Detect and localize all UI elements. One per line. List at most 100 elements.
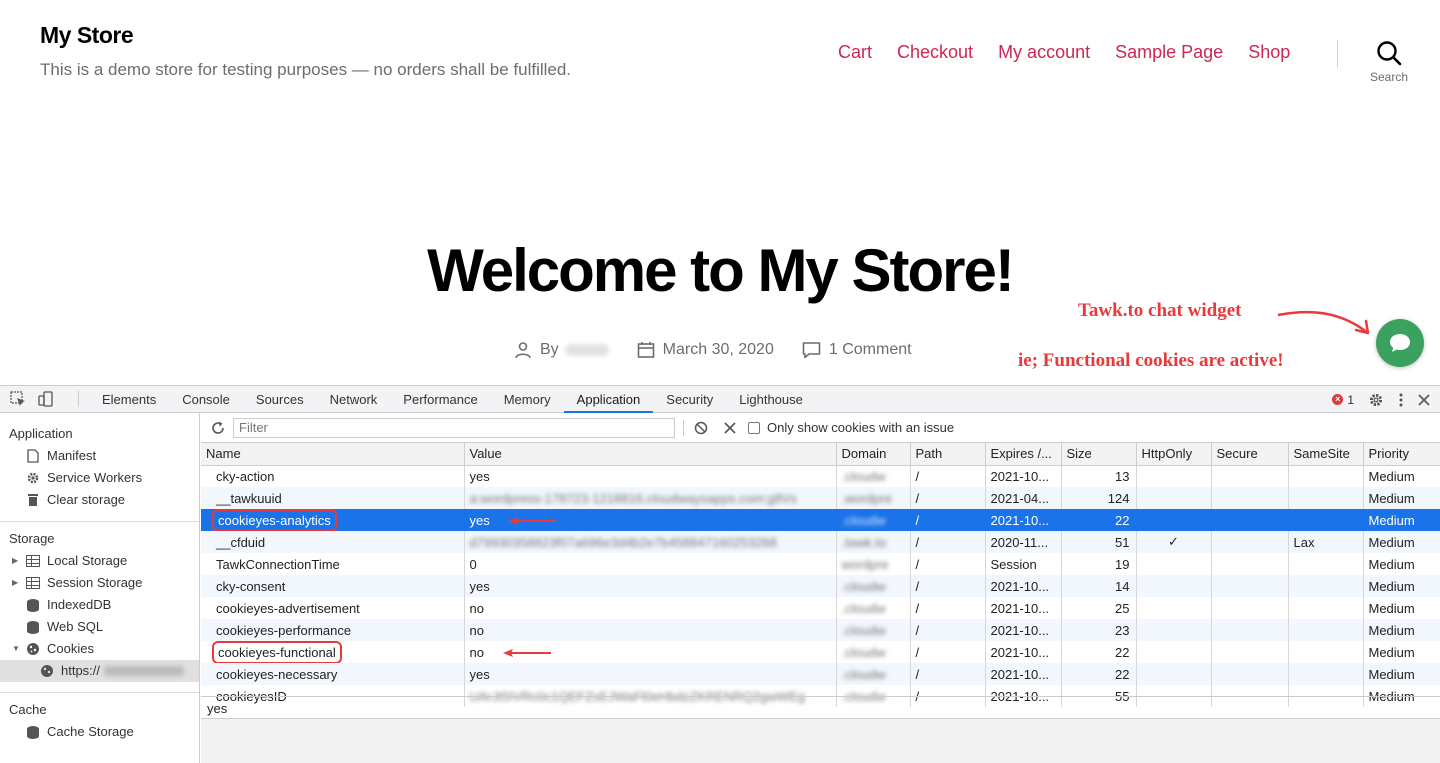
- table-row-selected[interactable]: cookieyes-analytics yes .cloudw / 2021-1…: [201, 509, 1440, 531]
- tab-security[interactable]: Security: [653, 386, 726, 413]
- post-comments-link[interactable]: 1 Comment: [829, 341, 912, 359]
- cookie-httponly: [1136, 641, 1212, 663]
- nav-my-account[interactable]: My account: [998, 42, 1090, 63]
- annotation-chat-widget: Tawk.to chat widget: [1078, 300, 1242, 321]
- devtools-panel: Elements Console Sources Network Perform…: [0, 385, 1440, 763]
- post-date-text[interactable]: March 30, 2020: [663, 341, 774, 359]
- cookie-priority: Medium: [1363, 487, 1440, 509]
- cookie-samesite: [1288, 641, 1364, 663]
- database-icon: [26, 598, 40, 612]
- column-header-value[interactable]: Value: [464, 443, 837, 466]
- column-header-secure[interactable]: Secure: [1211, 443, 1289, 466]
- column-header-size[interactable]: Size: [1061, 443, 1137, 466]
- error-counter[interactable]: × 1: [1332, 393, 1354, 407]
- column-header-expires[interactable]: Expires /...: [985, 443, 1062, 466]
- nav-sample-page[interactable]: Sample Page: [1115, 42, 1223, 63]
- expand-triangle-icon[interactable]: ▶: [12, 550, 22, 572]
- clear-all-icon[interactable]: [694, 421, 708, 435]
- table-row[interactable]: TawkConnectionTime 0 wordpre / Session 1…: [201, 553, 1440, 575]
- post-comments: 1 Comment: [802, 341, 912, 359]
- inspect-element-icon[interactable]: [10, 391, 26, 407]
- column-header-samesite[interactable]: SameSite: [1288, 443, 1364, 466]
- column-header-priority[interactable]: Priority: [1363, 443, 1440, 466]
- sidebar-item-local-storage[interactable]: ▶ Local Storage: [0, 550, 199, 572]
- delete-selected-icon[interactable]: [724, 421, 736, 434]
- tab-lighthouse[interactable]: Lighthouse: [726, 386, 816, 413]
- sidebar-item-clear-storage[interactable]: Clear storage: [0, 489, 199, 511]
- sidebar-item-web-sql[interactable]: Web SQL: [0, 616, 199, 638]
- collapse-triangle-icon[interactable]: ▼: [12, 638, 22, 660]
- cookie-size: 22: [1061, 509, 1137, 531]
- close-icon[interactable]: [1418, 393, 1430, 406]
- sidebar-item-label: Clear storage: [47, 492, 126, 507]
- nav-cart[interactable]: Cart: [838, 42, 872, 63]
- tab-network[interactable]: Network: [317, 386, 391, 413]
- sidebar-item-service-workers[interactable]: Service Workers: [0, 467, 199, 489]
- tab-performance[interactable]: Performance: [390, 386, 490, 413]
- tab-console[interactable]: Console: [169, 386, 243, 413]
- site-title[interactable]: My Store: [40, 22, 134, 49]
- sidebar-item-label: Session Storage: [47, 575, 143, 590]
- cookie-path: /: [910, 575, 986, 597]
- toolbar-divider: [78, 391, 79, 407]
- cookie-httponly: [1136, 487, 1212, 509]
- table-row[interactable]: __tawkuuid a:wordpress-178723-1218816.cl…: [201, 487, 1440, 509]
- column-header-path[interactable]: Path: [910, 443, 986, 466]
- tab-sources[interactable]: Sources: [243, 386, 317, 413]
- cookies-pane: Only show cookies with an issue Name Val…: [201, 413, 1440, 763]
- only-issues-checkbox[interactable]: [748, 421, 760, 434]
- nav-checkout[interactable]: Checkout: [897, 42, 973, 63]
- cookie-name: TawkConnectionTime: [201, 553, 465, 575]
- cookie-secure: [1211, 575, 1289, 597]
- column-header-domain[interactable]: Domain: [836, 443, 911, 466]
- cookie-expires: 2021-10...: [985, 465, 1062, 487]
- device-toolbar-icon[interactable]: [38, 391, 54, 407]
- cookie-priority: Medium: [1363, 531, 1440, 553]
- cookies-table: Name Value Domain Path Expires /... Size…: [201, 443, 1440, 707]
- column-header-name[interactable]: Name: [201, 443, 465, 466]
- sidebar-item-session-storage[interactable]: ▶ Session Storage: [0, 572, 199, 594]
- table-row[interactable]: cky-action yes .cloudw / 2021-10... 13 M…: [201, 465, 1440, 487]
- settings-gear-icon[interactable]: [1368, 392, 1384, 408]
- sidebar-item-cookies-origin[interactable]: https://: [0, 660, 199, 682]
- sidebar-item-cache-storage[interactable]: Cache Storage: [0, 721, 199, 743]
- post-author-name-redacted[interactable]: [564, 344, 609, 356]
- cookie-name: cookieyes-analytics: [212, 509, 337, 531]
- cookie-domain-redacted: .wordpre: [836, 487, 911, 509]
- refresh-icon[interactable]: [211, 421, 225, 435]
- table-row[interactable]: cookieyes-advertisement no .cloudw / 202…: [201, 597, 1440, 619]
- table-row[interactable]: cookieyes-necessary yes .cloudw / 2021-1…: [201, 663, 1440, 685]
- tawk-chat-widget-button[interactable]: [1376, 319, 1424, 367]
- cookie-filter-input[interactable]: [233, 417, 675, 438]
- sidebar-item-cookies[interactable]: ▼ Cookies: [0, 638, 199, 660]
- cookie-name-cell: cookieyes-analytics: [201, 509, 465, 531]
- tab-elements[interactable]: Elements: [89, 386, 169, 413]
- cookie-path: /: [910, 553, 986, 575]
- cookie-priority: Medium: [1363, 465, 1440, 487]
- tab-application[interactable]: Application: [563, 386, 654, 413]
- cookie-samesite: [1288, 465, 1364, 487]
- table-row[interactable]: cky-consent yes .cloudw / 2021-10... 14 …: [201, 575, 1440, 597]
- tab-memory[interactable]: Memory: [491, 386, 564, 413]
- sidebar-item-manifest[interactable]: Manifest: [0, 445, 199, 467]
- table-row[interactable]: cookieyes-functional no .cloudw / 2021-1…: [201, 641, 1440, 663]
- cookie-value-cell: no: [464, 641, 837, 663]
- cookie-samesite: [1288, 575, 1364, 597]
- post-meta: By March 30, 2020 1 Comment: [514, 341, 940, 359]
- cookie-value-preview[interactable]: yes: [201, 696, 1440, 719]
- error-count: 1: [1347, 392, 1354, 407]
- search-toggle-button[interactable]: Search: [1366, 40, 1412, 84]
- sidebar-item-indexeddb[interactable]: IndexedDB: [0, 594, 199, 616]
- annotation-arrow-icon: [1277, 310, 1370, 335]
- cookie-value: 0: [464, 553, 837, 575]
- nav-shop[interactable]: Shop: [1248, 42, 1290, 63]
- user-icon: [515, 342, 531, 359]
- cookie-samesite: [1288, 619, 1364, 641]
- cookie-samesite: [1288, 487, 1364, 509]
- table-row[interactable]: cookieyes-performance no .cloudw / 2021-…: [201, 619, 1440, 641]
- column-header-httponly[interactable]: HttpOnly: [1136, 443, 1212, 466]
- table-row[interactable]: __cfduid d79930358823f07a696e3d4b2e7b458…: [201, 531, 1440, 553]
- more-vertical-icon[interactable]: [1398, 392, 1404, 408]
- cookie-path: /: [910, 663, 986, 685]
- expand-triangle-icon[interactable]: ▶: [12, 572, 22, 594]
